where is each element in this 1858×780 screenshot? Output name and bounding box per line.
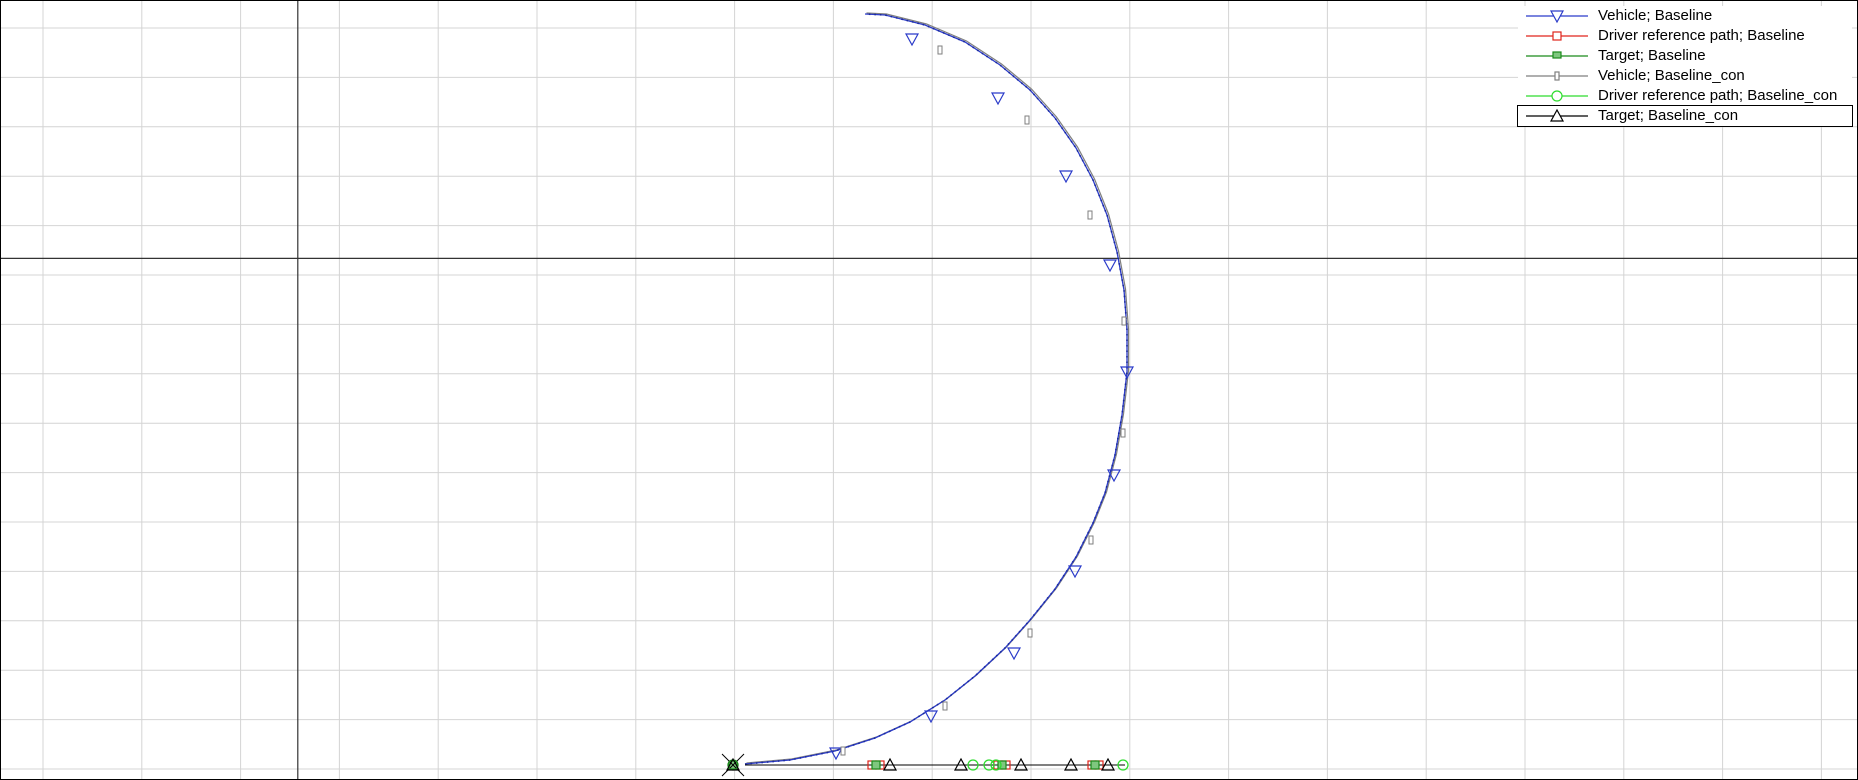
target-baseline-marker xyxy=(1090,760,1100,770)
vehicle-baseline-con-marker xyxy=(1120,428,1126,438)
vehicle-baseline-marker xyxy=(1102,259,1118,273)
legend-label: Vehicle; Baseline xyxy=(1598,7,1713,24)
legend-label: Driver reference path; Baseline_con xyxy=(1598,87,1838,104)
legend-swatch xyxy=(1526,31,1588,41)
legend-item[interactable]: Driver reference path; Baseline_con xyxy=(1518,86,1852,106)
vehicle-baseline-con-marker xyxy=(1024,115,1030,125)
vehicle-baseline-con-marker xyxy=(1027,628,1033,638)
target-baseline-marker xyxy=(997,760,1007,770)
legend-swatch xyxy=(1526,108,1588,122)
target-baseline-marker xyxy=(871,760,881,770)
legend-swatch xyxy=(1526,10,1588,24)
series-lines xyxy=(744,12,1130,766)
legend-swatch-marker xyxy=(1552,51,1562,59)
legend-swatch-marker xyxy=(1554,71,1560,81)
legend-label: Driver reference path; Baseline xyxy=(1598,27,1805,44)
vehicle-baseline-con-marker xyxy=(840,746,846,756)
vehicle-baseline-con-line xyxy=(746,12,1130,764)
legend-item[interactable]: Driver reference path; Baseline xyxy=(1518,26,1852,46)
vehicle-baseline-marker xyxy=(1006,647,1022,661)
legend-item[interactable]: Vehicle; Baseline_con xyxy=(1518,66,1852,86)
vehicle-baseline-marker xyxy=(990,92,1006,106)
legend-item[interactable]: Vehicle; Baseline xyxy=(1518,6,1852,26)
vehicle-baseline-con-marker xyxy=(942,701,948,711)
legend-label: Target; Baseline xyxy=(1598,47,1706,64)
legend-swatch xyxy=(1526,90,1588,102)
legend-item[interactable]: Target; Baseline xyxy=(1518,46,1852,66)
vehicle-baseline-con-marker xyxy=(1121,316,1127,326)
vehicle-baseline-con-marker xyxy=(1088,535,1094,545)
legend-swatch-marker xyxy=(1552,31,1562,41)
legend-swatch xyxy=(1526,51,1588,59)
legend-swatch-marker xyxy=(1551,90,1563,102)
vehicle-baseline-con-marker xyxy=(1087,210,1093,220)
legend-swatch xyxy=(1526,71,1588,81)
legend-label: Target; Baseline_con xyxy=(1598,107,1739,124)
vehicle-baseline-marker xyxy=(904,33,920,47)
series-markers xyxy=(721,33,1135,777)
legend-item[interactable]: Target; Baseline_con xyxy=(1517,105,1853,127)
vehicle-baseline-marker xyxy=(923,710,939,724)
vehicle-baseline-con-marker xyxy=(937,45,943,55)
legend-label: Vehicle; Baseline_con xyxy=(1598,67,1745,84)
legend[interactable]: Vehicle; Baseline Driver reference path; … xyxy=(1517,6,1853,127)
